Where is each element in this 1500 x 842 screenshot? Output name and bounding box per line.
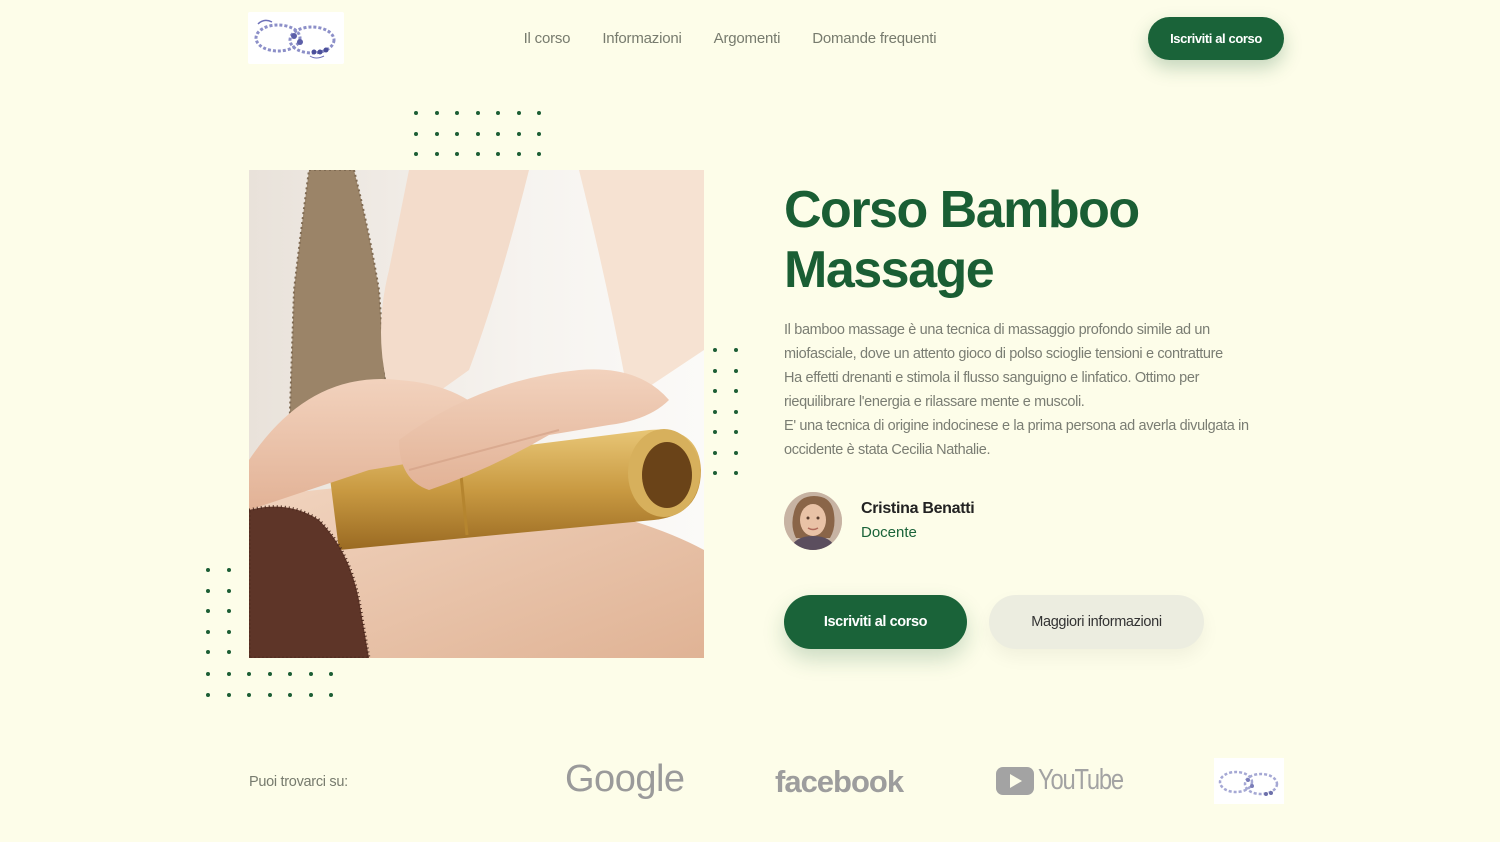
- youtube-play-icon: [996, 766, 1034, 795]
- teacher-role: Docente: [861, 524, 917, 541]
- dot-grid-bottom-left-row: [206, 672, 333, 697]
- teacher-avatar: [784, 492, 842, 550]
- nav-item-informazioni[interactable]: Informazioni: [602, 30, 682, 47]
- nav-item-il-corso[interactable]: Il corso: [524, 30, 571, 47]
- logo-icon: [254, 19, 336, 59]
- enroll-button[interactable]: Iscriviti al corso: [784, 595, 967, 649]
- site-logo[interactable]: [248, 12, 344, 64]
- description-paragraph-2: Ha effetti drenanti e stimola il flusso …: [784, 370, 1200, 410]
- course-description: Il bamboo massage è una tecnica di massa…: [784, 318, 1269, 462]
- more-info-button[interactable]: Maggiori informazioni: [989, 595, 1204, 649]
- youtube-link[interactable]: YouTube: [996, 764, 1141, 797]
- teacher-name: Cristina Benatti: [861, 500, 975, 517]
- footer-site-logo[interactable]: [1214, 758, 1284, 804]
- dot-grid-bottom-left-col: [206, 568, 231, 654]
- youtube-wordmark: YouTube: [1038, 764, 1124, 796]
- description-paragraph-3: E' una tecnica di origine indocinese e l…: [784, 418, 1249, 458]
- dot-grid-top: [414, 111, 541, 156]
- logo-icon: [1218, 770, 1279, 796]
- hero-massage-image: [249, 170, 704, 658]
- page-title: Corso Bamboo Massage: [784, 181, 1140, 299]
- description-paragraph-1: Il bamboo massage è una tecnica di massa…: [784, 322, 1223, 362]
- nav-item-domande-frequenti[interactable]: Domande frequenti: [812, 30, 936, 47]
- dot-grid-right: [713, 348, 738, 475]
- google-link[interactable]: Google: [565, 758, 685, 801]
- nav-item-argomenti[interactable]: Argomenti: [714, 30, 781, 47]
- header-enroll-button[interactable]: Iscriviti al corso: [1148, 17, 1284, 60]
- facebook-link[interactable]: facebook: [775, 764, 904, 800]
- find-us-label: Puoi trovarci su:: [249, 774, 348, 790]
